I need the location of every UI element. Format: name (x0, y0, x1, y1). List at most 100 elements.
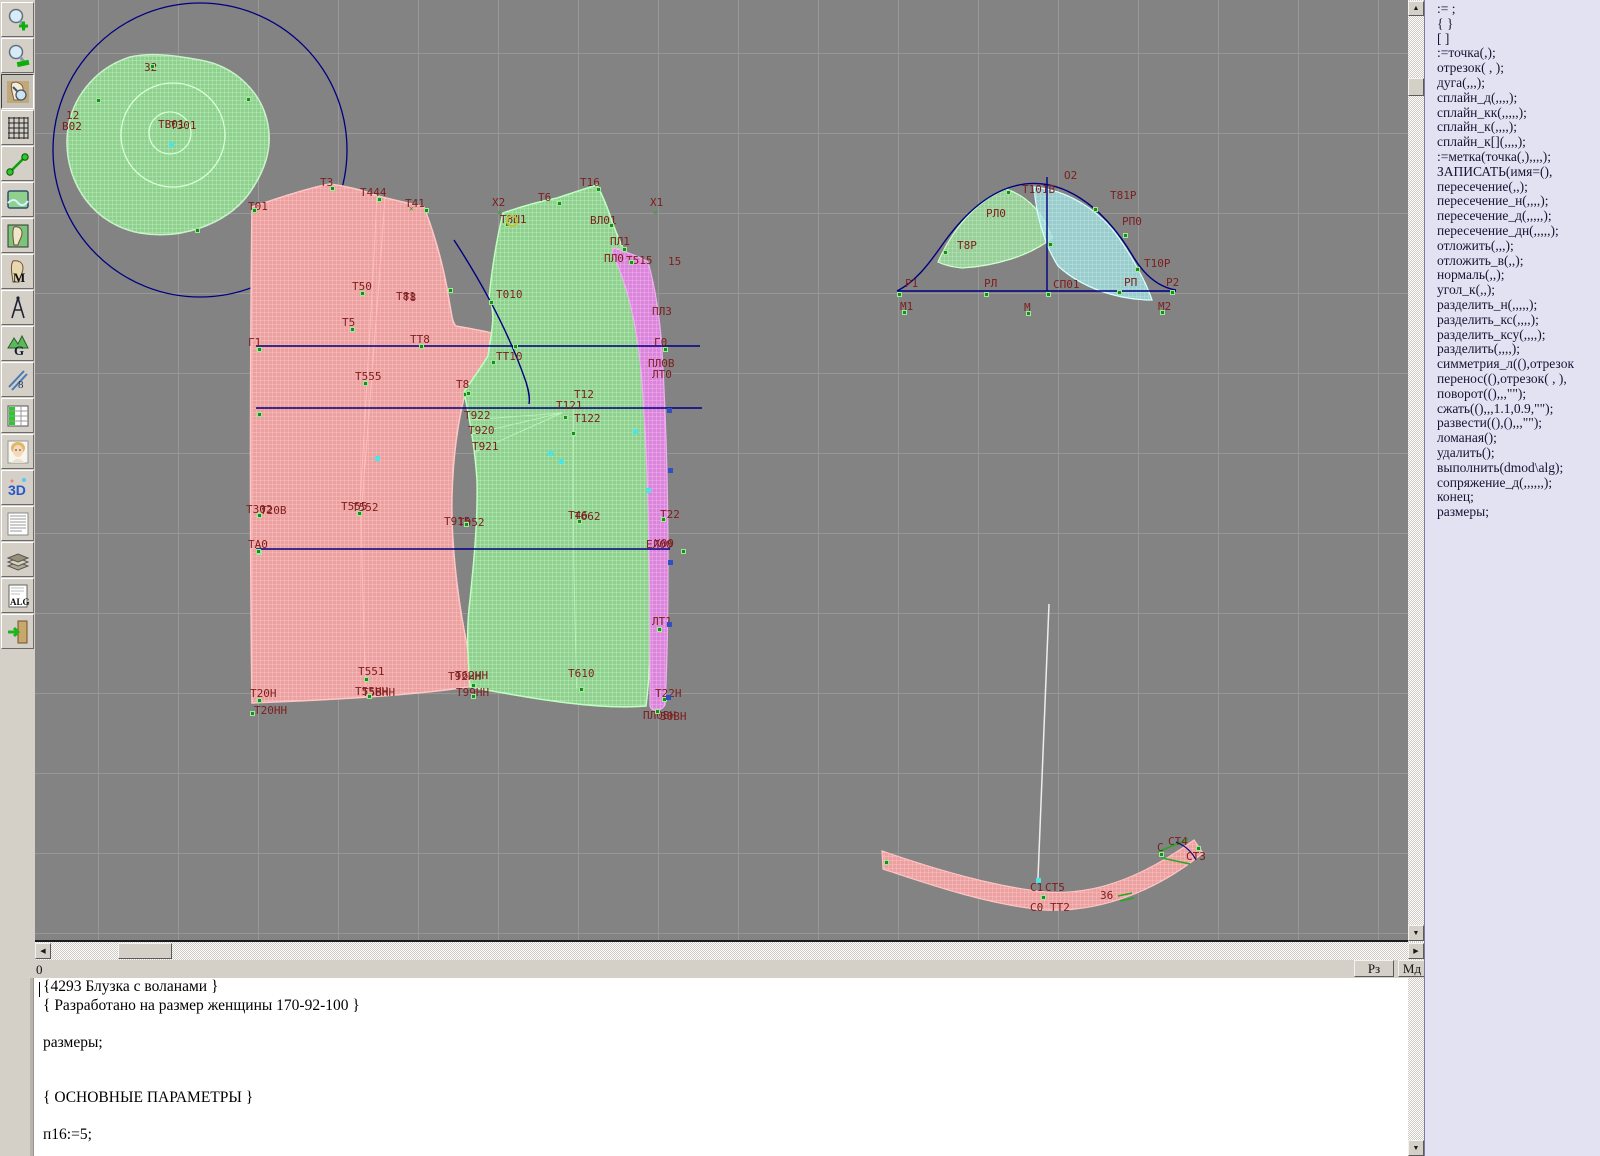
point-marker[interactable] (629, 260, 634, 265)
command-item[interactable]: пересечение_д(,,,,,); (1437, 209, 1600, 224)
point-marker[interactable] (1159, 852, 1164, 857)
point-marker[interactable] (96, 98, 101, 103)
point-marker[interactable] (579, 687, 584, 692)
command-item[interactable]: отложить(,,,); (1437, 239, 1600, 254)
point-marker[interactable] (655, 709, 660, 714)
editor-line[interactable]: { ОСНОВНЫЕ ПАРАМЕТРЫ } (34, 1089, 1409, 1108)
point-marker[interactable] (169, 142, 174, 147)
point-marker[interactable] (571, 431, 576, 436)
point-marker[interactable]: ✕ (409, 205, 417, 213)
point-marker[interactable] (646, 488, 651, 493)
image-button[interactable] (1, 182, 34, 217)
canvas-vscrollbar[interactable] (1408, 0, 1424, 942)
editor-line[interactable]: п16:=5; (34, 1126, 1409, 1145)
size-table-button[interactable] (1, 398, 34, 433)
command-item[interactable]: размеры; (1437, 505, 1600, 520)
point-marker[interactable] (330, 186, 335, 191)
piece-frame-button[interactable] (1, 218, 34, 253)
canvas-vscroll-thumb[interactable] (1408, 78, 1424, 96)
point-marker[interactable] (246, 97, 251, 102)
command-item[interactable]: разделить_ксу(,,,,); (1437, 328, 1600, 343)
point-marker[interactable] (1093, 207, 1098, 212)
point-marker[interactable] (506, 215, 518, 227)
point-marker[interactable] (668, 560, 673, 565)
command-item[interactable]: { } (1437, 17, 1600, 32)
3d-button[interactable]: 3D (1, 470, 34, 505)
canvas-scroll-up-button[interactable]: ▲ (1408, 1, 1424, 16)
algorithm-editor[interactable]: {4293 Блузка с воланами }{ Разработано н… (33, 978, 1409, 1156)
point-marker[interactable] (256, 549, 261, 554)
point-marker[interactable] (1026, 311, 1031, 316)
command-item[interactable]: :=метка(точка(,),,,,); (1437, 150, 1600, 165)
point-marker[interactable] (557, 201, 562, 206)
point-marker[interactable] (150, 64, 155, 69)
point-marker[interactable] (661, 517, 666, 522)
point-marker[interactable] (448, 288, 453, 293)
command-item[interactable]: пересечение_дн(,,,,,); (1437, 224, 1600, 239)
command-item[interactable]: разделить_н(,,,,,); (1437, 298, 1600, 313)
command-item[interactable]: пересечение_н(,,,,); (1437, 194, 1600, 209)
point-marker[interactable] (1048, 242, 1053, 247)
piece-m-button[interactable]: M (1, 254, 34, 289)
point-marker[interactable] (489, 300, 494, 305)
point-marker[interactable] (1006, 190, 1011, 195)
rz-button[interactable]: Рз (1354, 960, 1394, 977)
command-item[interactable]: сплайн_к(,,,,); (1437, 120, 1600, 135)
editor-vscrollbar[interactable] (1408, 978, 1424, 1156)
command-item[interactable]: разделить(,,,,); (1437, 342, 1600, 357)
point-marker[interactable] (1046, 292, 1051, 297)
point-marker[interactable] (1117, 290, 1122, 295)
point-marker[interactable] (491, 360, 496, 365)
point-marker[interactable] (622, 247, 627, 252)
point-marker[interactable] (667, 408, 672, 413)
command-item[interactable]: конец; (1437, 490, 1600, 505)
point-marker[interactable] (350, 327, 355, 332)
point-marker[interactable] (1196, 846, 1201, 851)
canvas-scroll-right-button[interactable]: ▶ (1408, 943, 1424, 959)
editor-line[interactable] (34, 1015, 1409, 1034)
point-marker[interactable] (360, 291, 365, 296)
canvas-hscrollbar[interactable] (35, 942, 1424, 960)
zoom-out-button[interactable] (1, 38, 34, 73)
point-marker[interactable] (633, 429, 638, 434)
editor-line[interactable] (34, 1052, 1409, 1071)
command-item[interactable]: удалить(); (1437, 446, 1600, 461)
point-marker[interactable] (1123, 233, 1128, 238)
point-marker[interactable] (471, 694, 476, 699)
command-item[interactable]: сопряжение_д(,,,,,,); (1437, 476, 1600, 491)
command-item[interactable]: :=точка(,); (1437, 46, 1600, 61)
command-item[interactable]: ЗАПИСАТЬ(имя=(), (1437, 165, 1600, 180)
point-marker[interactable] (419, 344, 424, 349)
command-item[interactable]: отложить_в(,,); (1437, 254, 1600, 269)
point-marker[interactable] (257, 412, 262, 417)
point-marker[interactable] (466, 391, 471, 396)
point-marker[interactable] (666, 695, 671, 700)
grid-button[interactable] (1, 110, 34, 145)
measure-segment-button[interactable] (1, 146, 34, 181)
canvas-scroll-left-button[interactable]: ◀ (35, 943, 51, 959)
point-marker[interactable] (668, 468, 673, 473)
command-item[interactable]: дуга(,,,); (1437, 76, 1600, 91)
canvas-scroll-down-button[interactable]: ▼ (1408, 925, 1424, 941)
command-item[interactable]: сплайн_д(,,,,); (1437, 91, 1600, 106)
point-marker[interactable] (364, 677, 369, 682)
point-marker[interactable] (367, 694, 372, 699)
point-marker[interactable] (1160, 310, 1165, 315)
command-item[interactable]: сплайн_к[](,,,,); (1437, 135, 1600, 150)
command-item[interactable]: симметрия_л((),отрезок (1437, 357, 1600, 372)
editor-line[interactable]: размеры; (34, 1034, 1409, 1053)
command-item[interactable]: сжать((),,,1.1,0.9,""); (1437, 402, 1600, 417)
command-item[interactable]: угол_к(,,); (1437, 283, 1600, 298)
point-marker[interactable] (1135, 267, 1140, 272)
editor-line[interactable]: {4293 Блузка с воланами } (34, 978, 1409, 997)
piece-preview-button[interactable] (1, 74, 34, 109)
command-item[interactable]: развести((),(),,,""); (1437, 416, 1600, 431)
point-marker[interactable] (884, 860, 889, 865)
point-marker[interactable] (984, 292, 989, 297)
point-marker[interactable] (363, 381, 368, 386)
exit-button[interactable] (1, 614, 34, 649)
point-marker[interactable] (902, 310, 907, 315)
command-item[interactable]: разделить_кс(,,,,); (1437, 313, 1600, 328)
point-marker[interactable] (252, 208, 257, 213)
command-item[interactable]: нормаль(,,); (1437, 268, 1600, 283)
